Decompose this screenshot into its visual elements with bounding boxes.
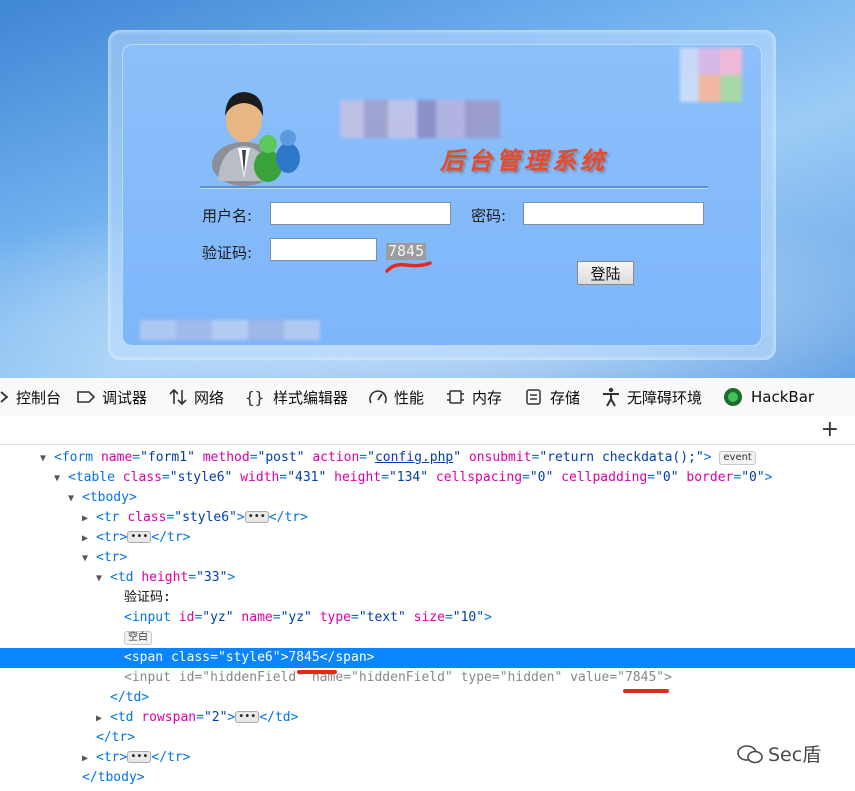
add-node-button[interactable]: +	[821, 419, 839, 441]
red-underline-annotation	[297, 670, 337, 674]
expand-triangle-icon[interactable]: ▼	[68, 489, 82, 509]
captcha-input[interactable]	[270, 238, 377, 261]
accessibility-icon	[603, 387, 619, 407]
collapsed-ellipsis[interactable]: •••	[127, 531, 152, 543]
username-label: 用户名:	[202, 207, 253, 225]
tree-node-td[interactable]: ▼ <td height="33">	[0, 568, 855, 588]
collapse-triangle-icon[interactable]: ▶	[82, 509, 96, 529]
tab-console-label: 控制台	[16, 388, 62, 407]
red-underline-annotation	[385, 261, 432, 273]
span-captcha-text: 7845	[288, 650, 320, 665]
tab-debugger-label: 调试器	[102, 388, 148, 407]
tab-hackbar-label: HackBar	[751, 388, 815, 406]
tab-hackbar[interactable]: HackBar	[723, 378, 814, 416]
title-divider	[200, 186, 708, 189]
tab-storage[interactable]: 存储	[524, 378, 580, 416]
memory-icon	[447, 390, 464, 404]
tree-node-tr[interactable]: ▶ <tr> ••• </tr>	[0, 528, 855, 548]
tree-node-tr[interactable]: ▶ <tr> ••• </tr>	[0, 748, 855, 768]
performance-icon	[369, 390, 387, 404]
whitespace-badge[interactable]: 空白	[124, 631, 152, 645]
tab-accessibility-label: 无障碍环境	[627, 388, 703, 407]
blurred-footer-text	[140, 320, 320, 340]
watermark: Sec盾	[736, 740, 821, 767]
tab-style-editor-label: 样式编辑器	[273, 388, 349, 407]
collapsed-ellipsis[interactable]: •••	[235, 711, 260, 723]
action-link[interactable]: config.php	[375, 450, 453, 465]
tab-style-editor[interactable]: {} 样式编辑器	[245, 378, 348, 416]
system-title: 后台管理系统	[440, 146, 608, 175]
hidden-value: "7845"	[617, 670, 665, 685]
hackbar-icon	[724, 388, 742, 406]
expand-triangle-icon[interactable]: ▼	[40, 449, 54, 469]
captcha-label: 验证码:	[202, 244, 253, 262]
red-underline-annotation	[623, 689, 669, 693]
username-input[interactable]	[270, 202, 451, 225]
collapsed-ellipsis[interactable]: •••	[127, 751, 152, 763]
expand-triangle-icon[interactable]: ▼	[54, 469, 68, 489]
password-input[interactable]	[523, 202, 704, 225]
wechat-icon	[737, 745, 763, 764]
tree-node-form[interactable]: ▼ <form name="form1" method="post" action…	[0, 448, 855, 468]
tree-node-table[interactable]: ▼ <table class="style6" width="431" heigh…	[0, 468, 855, 488]
tab-memory-label: 内存	[472, 388, 503, 407]
admin-user-icon	[212, 92, 300, 186]
tree-close-tr[interactable]: </tr>	[0, 728, 855, 748]
collapsed-ellipsis[interactable]: •••	[244, 511, 269, 523]
network-icon	[169, 388, 187, 406]
console-icon	[0, 391, 9, 403]
collapse-triangle-icon[interactable]: ▶	[82, 529, 96, 549]
tab-accessibility[interactable]: 无障碍环境	[601, 378, 702, 416]
storage-icon	[526, 389, 541, 405]
tab-debugger[interactable]: 调试器	[76, 378, 147, 416]
tree-close-tbody[interactable]: </tbody>	[0, 768, 855, 788]
blurred-site-name	[340, 100, 500, 138]
tree-node-tbody[interactable]: ▼ <tbody>	[0, 488, 855, 508]
svg-text:{}: {}	[245, 388, 264, 406]
tab-console[interactable]: 控制台	[0, 378, 61, 416]
expand-triangle-icon[interactable]: ▼	[96, 569, 110, 589]
password-label: 密码:	[471, 207, 507, 225]
tree-node-hidden-input[interactable]: <input id="hiddenField" name="hiddenFiel…	[0, 668, 855, 688]
tab-performance[interactable]: 性能	[368, 378, 424, 416]
tab-memory[interactable]: 内存	[446, 378, 502, 416]
login-button[interactable]: 登陆	[577, 261, 634, 285]
tree-node-td-rowspan[interactable]: ▶ <td rowspan="2"> ••• </td>	[0, 708, 855, 728]
tab-network[interactable]: 网络	[168, 378, 224, 416]
blurred-logo	[680, 48, 742, 102]
tree-node-tr[interactable]: ▼ <tr>	[0, 548, 855, 568]
tree-text-node[interactable]: 验证码:	[0, 588, 855, 608]
login-page-screenshot: 后台管理系统 用户名: 密码: 验证码: 7845 登陆	[0, 0, 855, 378]
collapse-triangle-icon[interactable]: ▶	[82, 749, 96, 769]
style-editor-icon: {}	[245, 388, 264, 406]
tab-performance-label: 性能	[394, 388, 425, 407]
tab-network-label: 网络	[194, 388, 225, 407]
tree-node-input[interactable]: <input id="yz" name="yz" type="text" siz…	[0, 608, 855, 628]
tab-storage-label: 存储	[550, 388, 581, 407]
tree-close-td[interactable]: </td>	[0, 688, 855, 708]
collapse-triangle-icon[interactable]: ▶	[96, 709, 110, 729]
tree-node-tr[interactable]: ▶ <tr class="style6"> ••• </tr>	[0, 508, 855, 528]
captcha-image: 7845	[386, 242, 427, 260]
expand-triangle-icon[interactable]: ▼	[82, 549, 96, 569]
tree-whitespace-node[interactable]: 空白	[0, 628, 855, 648]
event-badge[interactable]: event	[719, 451, 756, 465]
debugger-icon	[77, 391, 96, 403]
watermark-text: Sec盾	[768, 744, 822, 766]
tree-node-span-selected[interactable]: <span class="style6">7845</span>	[0, 648, 855, 668]
devtools-toolbar: 控制台 调试器 网络 {} 样式编辑器 性能 内存 存储 无障碍环境 HackB…	[0, 378, 855, 417]
devtools-subbar: +	[0, 416, 855, 445]
